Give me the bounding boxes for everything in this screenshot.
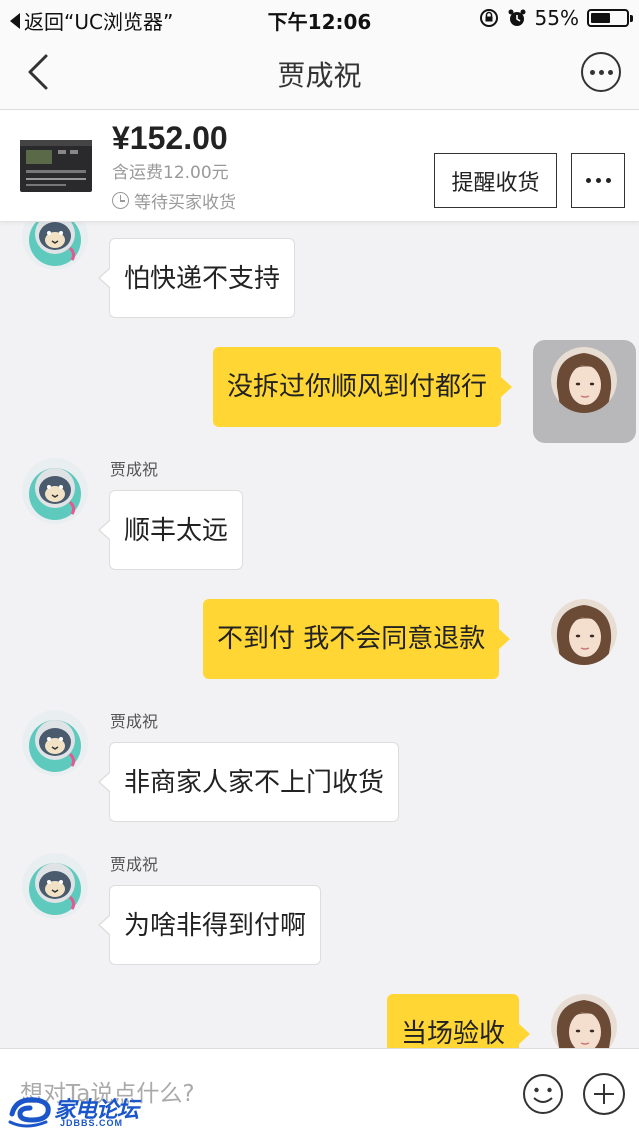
message-bubble-incoming[interactable]: 怕快递不支持 [97,238,296,318]
message-bubble-incoming[interactable]: 为啥非得到付啊 [97,885,322,965]
product-thumbnail[interactable] [14,126,98,206]
nav-bar: 贾成祝 [0,36,639,110]
product-price: ¥152.00 [112,120,228,156]
battery-percent: 55% [534,6,579,30]
order-status-text: 等待买家收货 [134,193,236,213]
clock-icon [112,192,129,209]
seller-avatar[interactable] [22,458,88,524]
order-status: 等待买家收货 [112,188,236,213]
sender-name: 贾成祝 [110,460,159,479]
product-card[interactable]: ¥152.00 含运费12.00元 等待买家收货 提醒收货 [0,110,639,222]
sender-name: 贾成祝 [110,712,159,731]
seller-avatar[interactable] [22,222,88,270]
alarm-icon [508,9,526,26]
orientation-lock-icon [479,9,498,27]
add-icon[interactable] [583,1073,625,1115]
emoji-icon[interactable] [522,1073,564,1115]
seller-avatar[interactable] [22,710,88,776]
status-right: 55% [479,6,633,30]
shipping-fee: 含运费12.00元 [112,163,229,183]
status-bar: 返回“UC浏览器” 下午12:06 55% [0,0,639,36]
battery-fill [591,13,610,23]
more-options-icon[interactable] [581,52,621,92]
buyer-avatar[interactable] [551,994,617,1048]
buyer-avatar[interactable] [551,347,617,413]
message-bubble-outgoing[interactable]: 当场验收 [387,994,531,1048]
buyer-avatar[interactable] [551,599,617,665]
message-bubble-incoming[interactable]: 顺丰太远 [97,490,244,570]
battery-icon [587,9,633,27]
seller-avatar[interactable] [22,853,88,919]
card-more-icon[interactable] [571,153,625,208]
sender-name: 贾成祝 [110,855,159,874]
message-bubble-outgoing[interactable]: 没拆过你顺风到付都行 [213,347,513,427]
message-bubble-outgoing[interactable]: 不到付 我不会同意退款 [203,599,511,679]
chat-area[interactable]: 怕快递不支持 没拆过你顺风到付都行 贾成祝 顺丰太远 不到付 我不会同意退款 贾… [0,222,639,1048]
watermark-swirl-icon [8,1097,51,1128]
page-title: 贾成祝 [277,59,362,92]
watermark-logo: 家电论坛 JDBBS.COM [6,1090,146,1134]
message-bubble-incoming[interactable]: 非商家人家不上门收货 [97,742,400,822]
remind-receipt-button[interactable]: 提醒收货 [434,153,557,208]
watermark-subtext: JDBBS.COM [60,1118,124,1128]
